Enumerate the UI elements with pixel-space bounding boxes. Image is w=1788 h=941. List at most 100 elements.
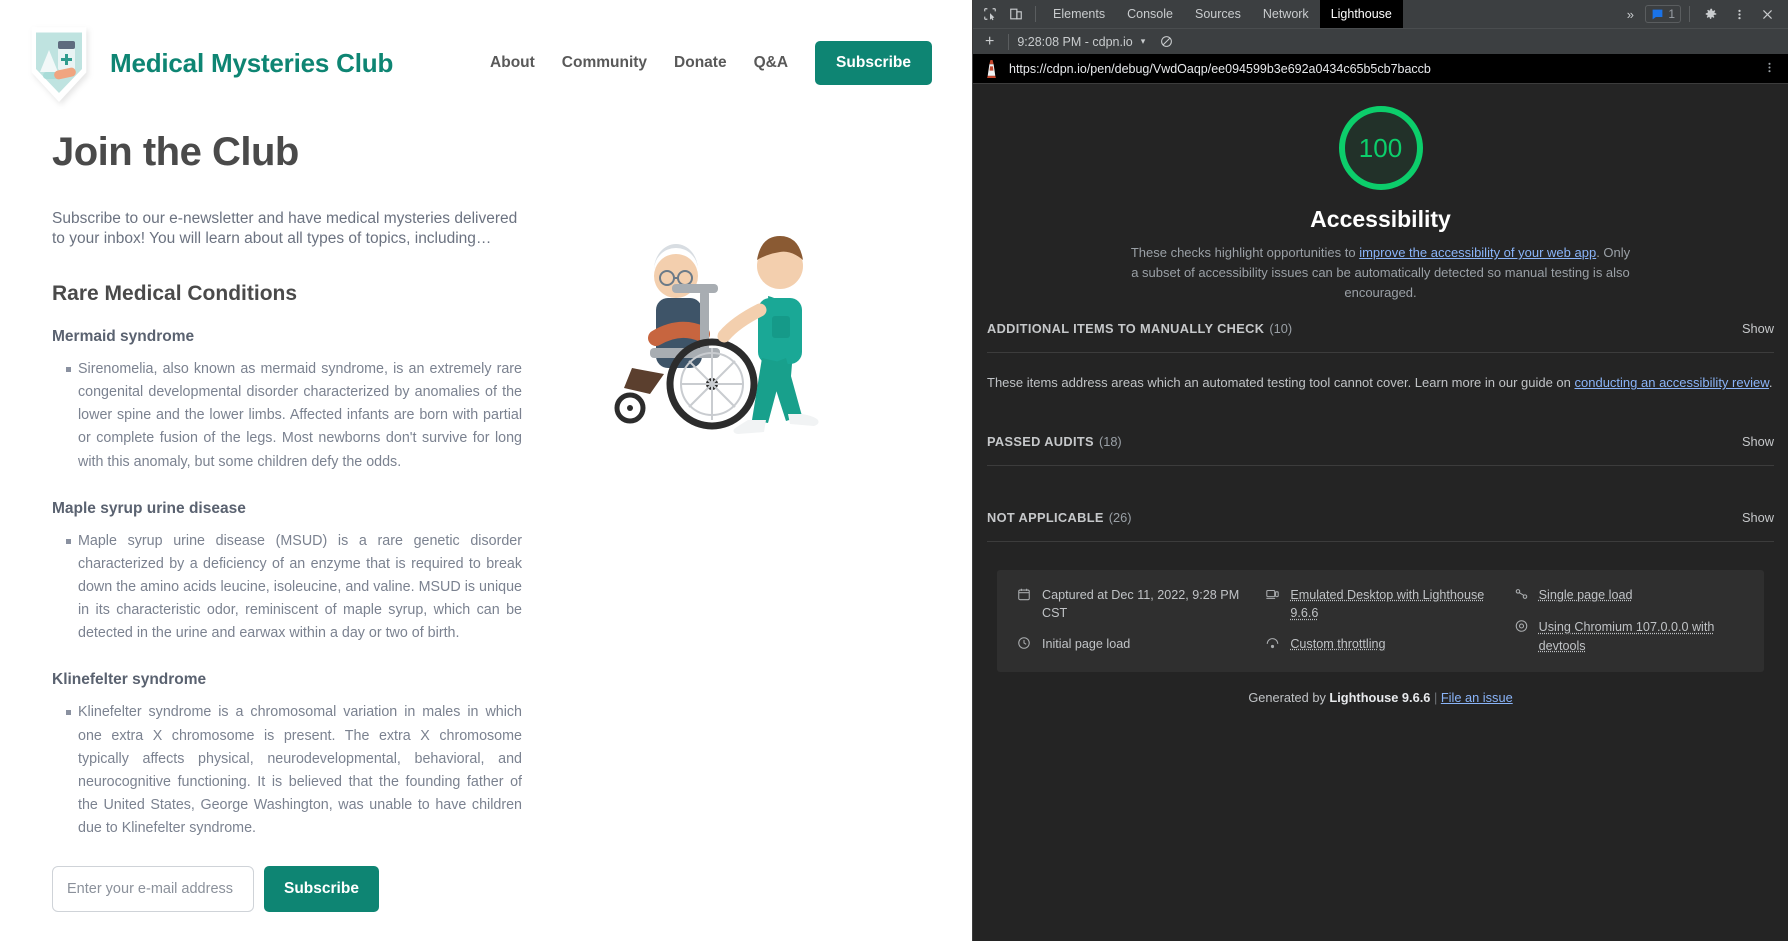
- report-footer: Generated by Lighthouse 9.6.6 | File an …: [973, 672, 1788, 705]
- meta-chromium: Using Chromium 107.0.0.0 with devtools: [1514, 618, 1744, 656]
- single-page-icon: [1514, 586, 1530, 607]
- category-title: Accessibility: [973, 206, 1788, 233]
- list-item: Maple syrup urine disease (MSUD) is a ra…: [66, 530, 522, 646]
- lighthouse-url-bar: https://cdpn.io/pen/debug/VwdOaqp/ee0945…: [973, 54, 1788, 84]
- section-heading-rare-conditions: Rare Medical Conditions: [52, 282, 522, 306]
- section-title: NOT APPLICABLE: [987, 510, 1104, 525]
- meta-column-3: Single page load Using Chromium 107.0.0.…: [1514, 586, 1744, 657]
- gear-icon[interactable]: [1698, 2, 1724, 26]
- primary-nav: About Community Donate Q&A Subscribe: [490, 41, 932, 85]
- message-count: 1: [1668, 7, 1675, 21]
- meta-single-page-text[interactable]: Single page load: [1539, 586, 1633, 607]
- meta-emulation: Emulated Desktop with Lighthouse 9.6.6: [1265, 586, 1495, 624]
- section-manual-check: ADDITIONAL ITEMS TO MANUALLY CHECK (10) …: [987, 303, 1774, 415]
- section-header: ADDITIONAL ITEMS TO MANUALLY CHECK (10) …: [987, 321, 1774, 352]
- meta-throttling-text[interactable]: Custom throttling: [1290, 635, 1385, 656]
- category-description: These checks highlight opportunities to …: [1131, 243, 1631, 303]
- device-toolbar-icon[interactable]: [1003, 2, 1029, 26]
- accessibility-score-gauge: 100: [1339, 106, 1423, 190]
- calendar-icon: [1017, 586, 1033, 624]
- inspect-element-icon[interactable]: [977, 2, 1003, 26]
- header-subscribe-button[interactable]: Subscribe: [815, 41, 932, 85]
- clock-icon: [1017, 635, 1033, 656]
- meta-captured-text: Captured at Dec 11, 2022, 9:28 PM CST: [1042, 586, 1247, 624]
- section-header: NOT APPLICABLE (26) Show: [987, 510, 1774, 541]
- club-shield-logo-icon: [28, 24, 90, 102]
- kebab-menu-icon[interactable]: [1726, 2, 1752, 26]
- newsletter-form: Subscribe: [52, 866, 522, 912]
- site-header: Medical Mysteries Club About Community D…: [0, 0, 972, 108]
- brand-title: Medical Mysteries Club: [110, 48, 393, 79]
- page-title: Join the Club: [52, 130, 522, 175]
- list-item: Sirenomelia, also known as mermaid syndr…: [66, 358, 522, 474]
- meta-chromium-text[interactable]: Using Chromium 107.0.0.0 with devtools: [1539, 618, 1744, 656]
- report-selector-label[interactable]: 9:28:08 PM - cdpn.io: [1017, 35, 1132, 49]
- audited-url: https://cdpn.io/pen/debug/VwdOaqp/ee0945…: [1009, 62, 1431, 76]
- section-show-toggle[interactable]: Show: [1742, 510, 1774, 525]
- tab-elements[interactable]: Elements: [1042, 0, 1116, 28]
- illustration-column: [522, 108, 932, 941]
- lighthouse-report: 100 Accessibility These checks highlight…: [973, 84, 1788, 941]
- web-page-viewport: Medical Mysteries Club About Community D…: [0, 0, 972, 941]
- note-pre: These items address areas which an autom…: [987, 375, 1575, 390]
- nav-item-qa[interactable]: Q&A: [754, 54, 788, 72]
- tab-network[interactable]: Network: [1252, 0, 1320, 28]
- section-title: ADDITIONAL ITEMS TO MANUALLY CHECK: [987, 321, 1264, 336]
- section-count: (26): [1109, 510, 1132, 525]
- devtools-panel: Elements Console Sources Network Lightho…: [972, 0, 1788, 941]
- footer-separator: |: [1430, 690, 1440, 705]
- nav-item-about[interactable]: About: [490, 54, 535, 72]
- tab-console[interactable]: Console: [1116, 0, 1184, 28]
- throttling-icon: [1265, 635, 1281, 656]
- list-item: Klinefelter syndrome is a chromosomal va…: [66, 701, 522, 840]
- meta-captured: Captured at Dec 11, 2022, 9:28 PM CST: [1017, 586, 1247, 624]
- section-show-toggle[interactable]: Show: [1742, 434, 1774, 449]
- message-count-badge[interactable]: 1: [1645, 5, 1681, 23]
- meta-column-1: Captured at Dec 11, 2022, 9:28 PM CST In…: [1017, 586, 1247, 657]
- chromium-icon: [1514, 618, 1530, 656]
- section-header: PASSED AUDITS (18) Show: [987, 434, 1774, 465]
- tab-sources[interactable]: Sources: [1184, 0, 1252, 28]
- meta-emulation-text[interactable]: Emulated Desktop with Lighthouse 9.6.6: [1290, 586, 1495, 624]
- condition-title-msud: Maple syrup urine disease: [52, 500, 522, 518]
- file-an-issue-link[interactable]: File an issue: [1441, 690, 1513, 705]
- report-kebab-icon[interactable]: [1763, 61, 1776, 77]
- more-tabs-icon[interactable]: »: [1617, 2, 1643, 26]
- form-subscribe-button[interactable]: Subscribe: [264, 866, 379, 912]
- report-metadata: Captured at Dec 11, 2022, 9:28 PM CST In…: [997, 570, 1764, 673]
- lighthouse-subbar: + 9:28:08 PM - cdpn.io ▾: [973, 28, 1788, 54]
- screen: Medical Mysteries Club About Community D…: [0, 0, 1788, 941]
- nurse-pushing-wheelchair-illustration: [572, 198, 882, 448]
- devtools-toolbar: Elements Console Sources Network Lightho…: [973, 0, 1788, 28]
- score-gauge-wrap: 100: [973, 84, 1788, 190]
- section-title: PASSED AUDITS: [987, 434, 1094, 449]
- nav-item-community[interactable]: Community: [562, 54, 647, 72]
- meta-page-load: Initial page load: [1017, 635, 1247, 656]
- condition-title-klinefelter: Klinefelter syndrome: [52, 671, 522, 689]
- tab-lighthouse[interactable]: Lighthouse: [1320, 0, 1403, 28]
- meta-throttling: Custom throttling: [1265, 635, 1495, 656]
- lighthouse-logo-icon: [983, 59, 1000, 78]
- close-icon[interactable]: [1754, 2, 1780, 26]
- new-report-button[interactable]: +: [979, 34, 1000, 50]
- accessibility-guide-link[interactable]: improve the accessibility of your web ap…: [1359, 245, 1596, 260]
- condition-list-mermaid: Sirenomelia, also known as mermaid syndr…: [52, 358, 522, 474]
- meta-column-2: Emulated Desktop with Lighthouse 9.6.6 C…: [1265, 586, 1495, 657]
- condition-title-mermaid: Mermaid syndrome: [52, 328, 522, 346]
- chevron-down-icon[interactable]: ▾: [1141, 36, 1146, 47]
- footer-version: Lighthouse 9.6.6: [1329, 690, 1430, 705]
- note-post: .: [1769, 375, 1773, 390]
- desktop-icon: [1265, 586, 1281, 624]
- hero-section: Join the Club Subscribe to our e-newslet…: [0, 108, 972, 941]
- clear-reports-icon[interactable]: [1153, 30, 1179, 54]
- accessibility-review-link[interactable]: conducting an accessibility review: [1575, 375, 1769, 390]
- intro-paragraph: Subscribe to our e-newsletter and have m…: [52, 209, 522, 250]
- condition-list-klinefelter: Klinefelter syndrome is a chromosomal va…: [52, 701, 522, 840]
- description-pre: These checks highlight opportunities to: [1131, 245, 1359, 260]
- divider: [987, 541, 1774, 542]
- nav-item-donate[interactable]: Donate: [674, 54, 727, 72]
- section-count: (10): [1269, 321, 1292, 336]
- meta-page-load-text: Initial page load: [1042, 635, 1130, 656]
- section-show-toggle[interactable]: Show: [1742, 321, 1774, 336]
- email-input[interactable]: [52, 866, 254, 912]
